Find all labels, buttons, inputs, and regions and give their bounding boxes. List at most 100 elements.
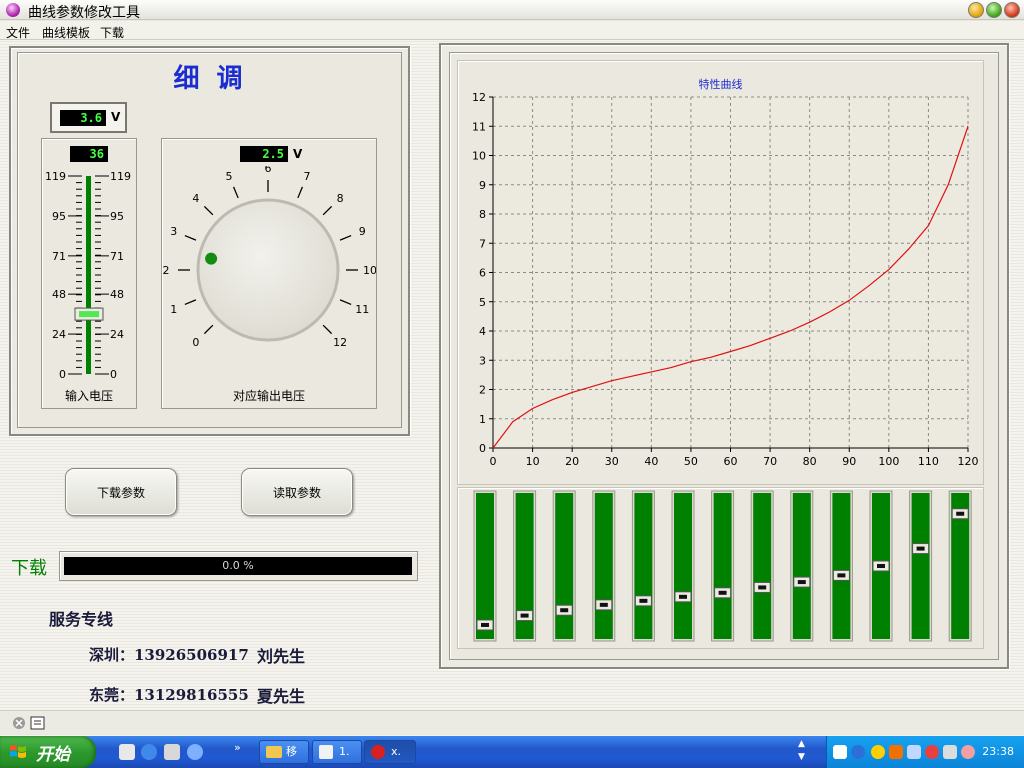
volume-icon[interactable] <box>961 745 975 759</box>
voltage-unit: V <box>111 110 121 124</box>
curve-slider-thumb[interactable] <box>912 543 930 555</box>
knob-tick <box>203 324 214 335</box>
knob-tick <box>184 299 197 306</box>
download-label: 下载 <box>11 558 47 579</box>
input-voltage-slider[interactable]: 119 119 95 95 71 71 48 48 24 24 0 0 <box>42 166 136 382</box>
input-voltage-label: 输入电压 <box>64 389 113 403</box>
curve-slider-thumb[interactable] <box>674 591 692 603</box>
y-tick-label: 2 <box>479 384 486 397</box>
slider-tick-label-right: 119 <box>110 170 131 183</box>
knob-dial[interactable] <box>196 198 340 342</box>
voltage-display: 3.6 <box>60 110 106 126</box>
menu-curve-template[interactable]: 曲线模板 <box>42 24 90 41</box>
curve-slider-thumb[interactable] <box>634 595 652 607</box>
tray-app-icon[interactable] <box>889 745 903 759</box>
download-params-button[interactable]: 下载参数 <box>65 468 177 516</box>
curve-slider-thumb-mark <box>718 590 727 595</box>
slider-tick-label-right: 71 <box>110 250 124 263</box>
service-shenzhen: 深圳：13926506917 <box>89 646 249 664</box>
menu-download[interactable]: 下载 <box>100 24 124 41</box>
qq-icon[interactable] <box>871 745 885 759</box>
curve-tool-icon <box>371 745 385 759</box>
curve-slider-thumb[interactable] <box>872 560 890 572</box>
knob-tick <box>339 234 352 241</box>
slider-tick-label-left: 0 <box>59 368 66 381</box>
slider-tick-label-left: 71 <box>52 250 66 263</box>
task-editor[interactable]: 1. <box>312 740 362 764</box>
curve-slider-thumb[interactable] <box>555 604 573 616</box>
title-bar[interactable]: 曲线参数修改工具 <box>0 0 1024 21</box>
y-tick-label: 3 <box>479 354 486 367</box>
close-button[interactable] <box>1004 2 1020 18</box>
curve-slider-thumb[interactable] <box>793 576 811 588</box>
quick-launch-more-icon[interactable]: » <box>234 741 241 754</box>
y-tick-label: 6 <box>479 267 486 280</box>
y-tick-label: 4 <box>479 325 486 338</box>
curve-slider-thumb[interactable] <box>516 610 534 622</box>
knob-display: 2.5 <box>240 146 288 162</box>
security-icon[interactable] <box>925 745 939 759</box>
read-params-button[interactable]: 读取参数 <box>241 468 353 516</box>
minimize-button[interactable] <box>968 2 984 18</box>
curve-slider-thumb[interactable] <box>476 619 494 631</box>
y-tick-label: 11 <box>472 120 486 133</box>
service-title: 服务专线 <box>49 610 114 629</box>
clock: 23:38 <box>982 745 1014 758</box>
keyboard-icon[interactable] <box>833 745 847 759</box>
task-curve-tool[interactable]: x. <box>364 740 416 764</box>
curve-slider-track <box>832 493 851 639</box>
knob-tick-label: 10 <box>363 264 376 277</box>
window-title: 曲线参数修改工具 <box>28 5 140 21</box>
display-icon[interactable] <box>943 745 957 759</box>
fine-tune-title: 细 调 <box>173 64 247 94</box>
knob-tick <box>184 234 197 241</box>
task-editor-label: 1. <box>339 745 350 758</box>
knob-tick-label: 7 <box>304 170 311 183</box>
document-icon[interactable] <box>164 744 180 760</box>
y-tick-label: 1 <box>479 413 486 426</box>
internet-explorer-icon[interactable] <box>141 744 157 760</box>
tray-expand-icon[interactable] <box>851 745 865 759</box>
knob-tick <box>232 186 239 199</box>
curve-slider-thumb[interactable] <box>714 587 732 599</box>
curve-slider-thumb[interactable] <box>951 508 969 520</box>
maximize-button[interactable] <box>986 2 1002 18</box>
task-folder-label: 移 <box>286 745 297 758</box>
menu-file[interactable]: 文件 <box>6 24 30 41</box>
slider-tick-label-right: 95 <box>110 210 124 223</box>
output-voltage-knob[interactable]: 0123456789101112 <box>162 166 377 382</box>
knob-tick-label: 1 <box>170 303 177 316</box>
status-icons <box>13 716 45 730</box>
system-tray: 23:38 <box>826 736 1024 768</box>
knob-tick <box>203 205 214 216</box>
knob-tick-label: 4 <box>192 192 199 205</box>
curve-slider-thumb[interactable] <box>832 569 850 581</box>
curve-slider-thumb[interactable] <box>595 599 613 611</box>
curve-slider-track <box>713 493 732 639</box>
app-icon <box>6 3 20 17</box>
curve-slider-thumb[interactable] <box>753 581 771 593</box>
x-tick-label: 90 <box>842 455 856 468</box>
knob-tick-label: 2 <box>163 264 170 277</box>
x-tick-label: 0 <box>490 455 497 468</box>
knob-tick-label: 8 <box>337 192 344 205</box>
media-player-icon[interactable] <box>119 744 135 760</box>
taskbar: 开始 » 移 1. x. ▲ ▼ 23:38 <box>0 736 1024 768</box>
characteristic-curve-chart: 0 10 20 30 40 50 60 70 80 90 100 110 120012345678910… <box>472 91 979 468</box>
taskbar-scroll-icon[interactable]: ▲ ▼ <box>798 738 805 764</box>
browser-icon[interactable] <box>187 744 203 760</box>
network-icon[interactable] <box>907 745 921 759</box>
slider-tick-label-right: 48 <box>110 288 124 301</box>
page-icon[interactable] <box>30 716 45 730</box>
service-dongguan-contact: 夏先生 <box>257 687 306 706</box>
start-button[interactable]: 开始 <box>0 736 96 768</box>
x-tick-label: 100 <box>878 455 899 468</box>
curve-point-sliders <box>473 490 972 642</box>
y-tick-label: 8 <box>479 208 486 221</box>
task-folder[interactable]: 移 <box>259 740 309 764</box>
knob-tick-label: 11 <box>355 303 369 316</box>
menu-bar: 文件 曲线模板 下载 <box>0 21 1024 40</box>
curve-slider-thumb-mark <box>520 613 529 618</box>
x-tick-label: 60 <box>724 455 738 468</box>
status-strip <box>0 710 1024 734</box>
